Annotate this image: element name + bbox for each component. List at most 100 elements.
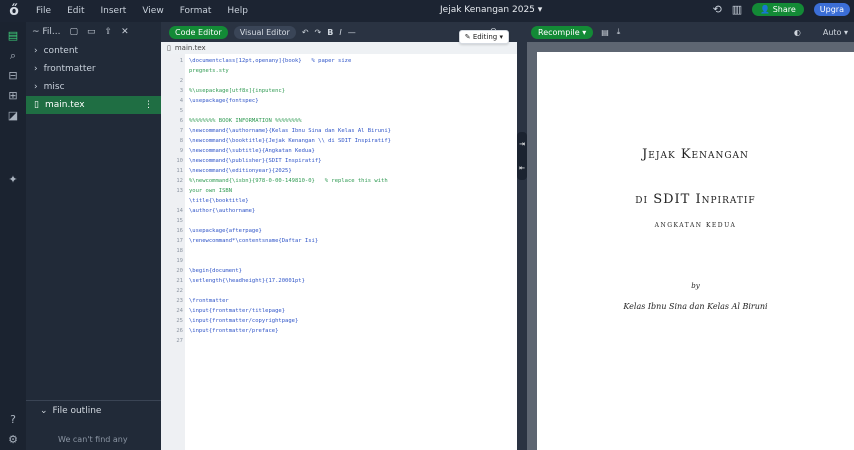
review-icon[interactable]: ⊞: [0, 86, 26, 106]
folder-label: misc: [43, 82, 65, 92]
recompile-label: Recompile: [538, 27, 580, 37]
file-tree-title[interactable]: ~ Fil...: [32, 27, 61, 37]
chevron-down-icon: ⌄: [40, 406, 48, 416]
menu-edit[interactable]: Edit: [59, 6, 92, 16]
line-number: 1: [179, 58, 183, 64]
code-line[interactable]: \frontmatter: [189, 298, 229, 304]
file-outline-header[interactable]: ⌄ File outline: [26, 401, 161, 421]
code-line[interactable]: \newcommand{\publisher}{SDIT Inspiratif}: [189, 158, 321, 164]
upload-icon[interactable]: ⇪: [105, 27, 113, 37]
top-right-actions: ⟲ ▥ 👤 Share Upgra: [713, 3, 850, 16]
menu-format[interactable]: Format: [172, 6, 220, 16]
upgrade-button[interactable]: Upgra: [813, 3, 850, 16]
code-line[interactable]: %\newcommand{\isbn}{978-0-00-149810-0} %…: [189, 178, 388, 184]
new-file-icon[interactable]: ▢: [70, 27, 79, 37]
chevron-right-icon: ›: [34, 46, 38, 56]
history-icon[interactable]: ⟲: [713, 3, 722, 16]
code-line[interactable]: %%%%%%%% BOOK INFORMATION %%%%%%%%: [189, 118, 302, 124]
folder-content[interactable]: › content: [26, 42, 161, 60]
code-line[interactable]: \setlength{\headheight}{17.20001pt}: [189, 278, 305, 284]
folder-frontmatter[interactable]: › frontmatter: [26, 60, 161, 78]
editor-tab-label: main.tex: [174, 44, 206, 52]
line-number: 14: [176, 208, 183, 214]
line-number: 16: [176, 228, 183, 234]
by-label: by: [691, 282, 700, 290]
zoom-select[interactable]: Auto ▾: [823, 28, 848, 37]
file-icon: ▯: [34, 100, 39, 110]
file-main-tex[interactable]: ▯ main.tex ⋮: [26, 96, 161, 114]
new-folder-icon[interactable]: ▭: [87, 27, 96, 37]
logs-icon[interactable]: ▤: [601, 28, 609, 37]
help-icon[interactable]: ?: [0, 410, 26, 430]
code-line[interactable]: your own ISBN: [189, 188, 232, 194]
italic-icon[interactable]: I: [339, 28, 341, 37]
undo-icon[interactable]: ↶: [302, 28, 309, 37]
menu-help[interactable]: Help: [219, 6, 256, 16]
integrations-icon[interactable]: ⊟: [0, 66, 26, 86]
code-line[interactable]: \usepackage{fontspec}: [189, 98, 259, 104]
preview-toolbar: Recompile ▾ ▤ ⤓ ◐ Auto ▾: [527, 22, 854, 42]
code-line[interactable]: \input{frontmatter/preface}: [189, 328, 278, 334]
line-number: 8: [179, 138, 183, 144]
line-number: 4: [179, 98, 183, 104]
menu-file[interactable]: File: [28, 6, 59, 16]
code-line[interactable]: \renewcommand*\contentsname{Daftar Isi}: [189, 238, 318, 244]
ai-assist-icon[interactable]: ✦: [0, 170, 26, 190]
line-number: 12: [176, 178, 183, 184]
code-line[interactable]: \author{\authorname}: [189, 208, 255, 214]
settings-gear-icon[interactable]: ⚙: [0, 430, 26, 450]
code-line[interactable]: \title{\booktitle}: [189, 198, 249, 204]
project-title[interactable]: Jejak Kenangan 2025 ▾: [440, 5, 542, 15]
download-icon[interactable]: ⤓: [617, 27, 621, 37]
code-editor-toggle[interactable]: Code Editor: [169, 25, 228, 39]
book-title-line2: di SDIT Inpiratif: [635, 192, 756, 207]
code-line[interactable]: \newcommand{\subtitle}{Angkatan Kedua}: [189, 148, 315, 154]
line-number: 27: [176, 338, 183, 344]
line-number: 15: [176, 218, 183, 224]
menu-insert[interactable]: Insert: [93, 6, 135, 16]
menu-view[interactable]: View: [134, 6, 171, 16]
code-line[interactable]: \input{frontmatter/titlepage}: [189, 308, 285, 314]
overleaf-logo-icon[interactable]: ő: [0, 3, 28, 19]
line-number: 21: [176, 278, 183, 284]
folder-misc[interactable]: › misc: [26, 78, 161, 96]
main-menu: File Edit Insert View Format Help: [28, 6, 256, 16]
code-line[interactable]: \newcommand{\booktitle}{Jejak Kenangan \…: [189, 138, 391, 144]
folder-label: content: [43, 46, 79, 56]
code-line[interactable]: \newcommand{\editionyear}{2025}: [189, 168, 292, 174]
contrast-icon[interactable]: ◐: [794, 28, 801, 37]
share-button[interactable]: 👤 Share: [752, 3, 804, 16]
code-editor-panel: Code Editor Visual Editor ↶ ↷ B I — Ω ⌕ …: [161, 22, 517, 450]
visual-editor-toggle[interactable]: Visual Editor: [233, 25, 296, 39]
file-outline-section: ⌄ File outline We can't find any: [26, 400, 161, 444]
bold-icon[interactable]: B: [327, 28, 333, 37]
chat-icon[interactable]: ◪: [0, 106, 26, 126]
search-icon[interactable]: ⌕: [0, 46, 26, 66]
code-line[interactable]: %\usepackage[utf8x]{inputenc}: [189, 88, 285, 94]
code-line[interactable]: \newcommand{\authorname}{Kelas Ibnu Sina…: [189, 128, 391, 134]
code-line[interactable]: \usepackage{afterpage}: [189, 228, 262, 234]
line-number: 13: [176, 188, 183, 194]
line-number: 7: [179, 128, 183, 134]
editing-mode-dropdown[interactable]: ✎ Editing ▾: [458, 30, 509, 44]
pane-splitter[interactable]: ⇥ ⇤: [517, 22, 527, 450]
layout-icon[interactable]: ▥: [732, 3, 742, 16]
code-area[interactable]: 1 \documentclass[12pt,openany]{book} % pa…: [161, 54, 517, 450]
redo-icon[interactable]: ↷: [315, 28, 322, 37]
file-tree-panel: ~ Fil... ▢ ▭ ⇪ ✕ › content › frontmatter…: [26, 22, 161, 450]
code-line[interactable]: \input{frontmatter/copyrightpage}: [189, 318, 298, 324]
line-number: 18: [176, 248, 183, 254]
file-tree-icon[interactable]: ▤: [0, 26, 26, 46]
line-number: 9: [179, 148, 183, 154]
line-number: 23: [176, 298, 183, 304]
code-line[interactable]: \documentclass[12pt,openany]{book} % pap…: [189, 58, 351, 64]
recompile-button[interactable]: Recompile ▾: [531, 25, 594, 39]
collapse-handle[interactable]: ⇥ ⇤: [517, 132, 527, 180]
more-options-icon[interactable]: ⋮: [144, 100, 161, 110]
code-line[interactable]: pregnets.sty: [189, 68, 229, 74]
line-number: 24: [176, 308, 183, 314]
dash-icon[interactable]: —: [348, 28, 356, 37]
book-author: Kelas Ibnu Sina dan Kelas Al Biruni: [623, 302, 768, 311]
close-icon[interactable]: ✕: [121, 27, 129, 37]
code-line[interactable]: \begin{document}: [189, 268, 242, 274]
